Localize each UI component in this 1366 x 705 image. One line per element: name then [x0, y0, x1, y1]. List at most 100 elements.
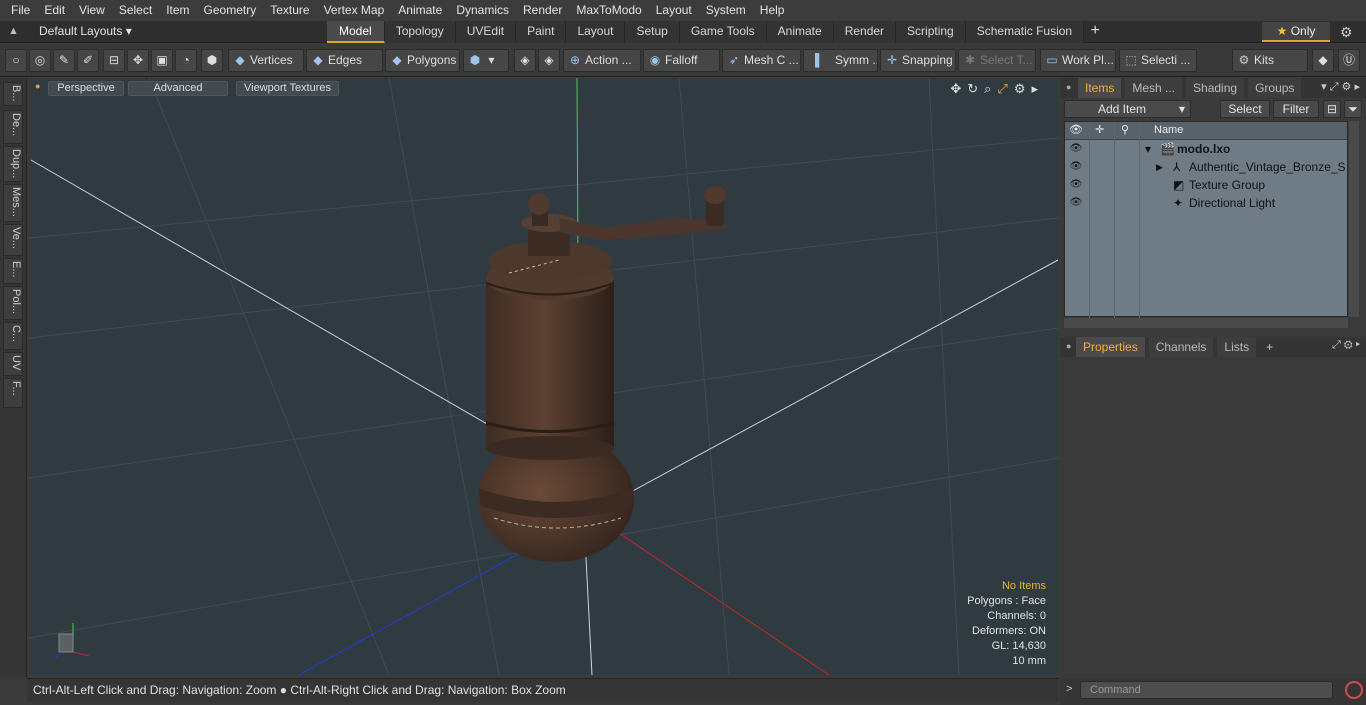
maximize-icon[interactable]: ⤢	[997, 81, 1013, 96]
menu-item[interactable]: Item	[159, 0, 196, 21]
selection-sets-button[interactable]: ⬚ Selecti ...	[1119, 49, 1197, 72]
symmetry-button[interactable]: ▐ Symm ...	[803, 49, 878, 72]
add-tab-icon[interactable]: +	[1084, 21, 1106, 43]
strip-tab-uv[interactable]: UV	[3, 352, 23, 376]
menu-layout[interactable]: Layout	[649, 0, 699, 21]
menu-view[interactable]: View	[72, 0, 112, 21]
unity-icon[interactable]: ◆	[1312, 49, 1334, 72]
eye-icon[interactable]: 👁	[1069, 158, 1083, 176]
eye-icon[interactable]: 👁	[1069, 194, 1083, 212]
tab-uvedit[interactable]: UVEdit	[455, 21, 517, 43]
menu-system[interactable]: System	[699, 0, 753, 21]
menu-dynamics[interactable]: Dynamics	[449, 0, 516, 21]
menu-maxtomodo[interactable]: MaxToModo	[569, 0, 648, 21]
work-plane-button[interactable]: ▭ Work Pl...	[1040, 49, 1116, 72]
tab-game-tools[interactable]: Game Tools	[679, 21, 767, 43]
props-dot-icon[interactable]: ●	[1066, 341, 1071, 351]
tab-groups[interactable]: Groups	[1248, 78, 1302, 98]
add-item-button[interactable]: Add Item ▾	[1064, 100, 1191, 118]
visibility-column-icon[interactable]: 👁	[1069, 122, 1083, 139]
align-icon[interactable]: ⊟	[103, 49, 125, 72]
tab-topology[interactable]: Topology	[384, 21, 456, 43]
tab-model[interactable]: Model	[327, 21, 385, 43]
mesh-constraint-button[interactable]: ➶ Mesh C ...	[722, 49, 801, 72]
move-icon[interactable]: ✥	[950, 81, 967, 96]
polygons-button[interactable]: ◆ Polygons	[385, 49, 460, 72]
strip-tab-duplicate[interactable]: Dup...	[3, 146, 23, 182]
eye-icon[interactable]: 👁	[1069, 140, 1083, 158]
tree-row-modo-lxo[interactable]: 👁 ▾ 🎬 modo.lxo	[1065, 140, 1347, 158]
select-circle-icon[interactable]: ○	[5, 49, 27, 72]
lock-column-icon[interactable]: ✛	[1095, 122, 1104, 139]
layout-selector[interactable]: Default Layouts ▾	[39, 24, 132, 38]
strip-tab-basic[interactable]: B...	[3, 82, 23, 106]
tab-animate[interactable]: Animate	[766, 21, 834, 43]
edges-button[interactable]: ◆ Edges	[306, 49, 383, 72]
expand-arrow-icon[interactable]: ▶	[1156, 158, 1163, 176]
collapse-icon[interactable]: ⊟	[1323, 100, 1341, 118]
filter-button[interactable]: Filter	[1273, 100, 1319, 118]
zoom-icon[interactable]: ⌕	[984, 81, 997, 96]
props-controls-icon[interactable]: ⤢ ⚙ ▸	[1332, 339, 1360, 352]
tree-row-texture-group[interactable]: 👁 ◩ Texture Group	[1065, 176, 1347, 194]
eye-icon[interactable]: 👁	[1069, 176, 1083, 194]
item-mode-dropdown[interactable]: ⬢ ▾	[463, 49, 509, 72]
tab-channels[interactable]: Channels	[1148, 337, 1214, 357]
record-icon[interactable]	[1345, 681, 1363, 699]
name-column-header[interactable]: Name	[1154, 122, 1183, 139]
tab-scripting[interactable]: Scripting	[896, 21, 966, 43]
transform-icon[interactable]: ✥	[127, 49, 149, 72]
tab-paint[interactable]: Paint	[516, 21, 567, 43]
panel-controls-icon[interactable]: ▾ ⤢ ⚙ ▸	[1321, 80, 1360, 94]
menu-geometry[interactable]: Geometry	[197, 0, 264, 21]
menu-render[interactable]: Render	[516, 0, 569, 21]
tab-setup[interactable]: Setup	[625, 21, 680, 43]
strip-tab-edge[interactable]: E...	[3, 258, 23, 284]
menu-help[interactable]: Help	[753, 0, 792, 21]
falloff-button[interactable]: ◉ Falloff	[643, 49, 720, 72]
menu-file[interactable]: File	[4, 0, 37, 21]
tab-render[interactable]: Render	[833, 21, 897, 43]
menu-select[interactable]: Select	[112, 0, 159, 21]
strip-tab-deform[interactable]: De...	[3, 110, 23, 144]
render-column-icon[interactable]: ⚲	[1121, 122, 1129, 139]
viewport-gear-icon[interactable]: ⚙	[1014, 81, 1032, 96]
box-select-icon[interactable]: ▣	[151, 49, 173, 72]
shield-check-icon[interactable]: ◈	[538, 49, 560, 72]
menu-animate[interactable]: Animate	[391, 0, 449, 21]
viewport-textures-button[interactable]: Viewport Textures	[236, 81, 339, 96]
item-tree[interactable]: 👁 ✛ ⚲ Name 👁 ▾ 🎬 modo.lxo 👁 ▶ ⅄ Authenti…	[1064, 121, 1359, 318]
gear-icon[interactable]: ⚙	[1340, 24, 1353, 41]
brush-icon[interactable]: ✐	[77, 49, 99, 72]
tab-shading[interactable]: Shading	[1186, 78, 1245, 98]
symmetry-shield-icon[interactable]: ◈	[514, 49, 536, 72]
tree-horizontal-scrollbar[interactable]	[1064, 318, 1348, 328]
viewport-dot-icon[interactable]: ●	[35, 81, 40, 91]
advanced-button[interactable]: Advanced	[128, 81, 228, 96]
layout-arrow-icon[interactable]: ▲	[8, 25, 22, 39]
tab-items[interactable]: Items	[1078, 78, 1122, 98]
vertices-button[interactable]: ◆ Vertices	[228, 49, 304, 72]
funnel-icon[interactable]: ⏷	[1344, 100, 1362, 118]
tab-layout[interactable]: Layout	[566, 21, 626, 43]
menu-edit[interactable]: Edit	[37, 0, 72, 21]
3d-viewport[interactable]: ● Perspective Advanced Viewport Textures…	[29, 78, 1058, 675]
strip-tab-fusion[interactable]: F...	[3, 378, 23, 408]
only-button[interactable]: ★ Only	[1262, 22, 1330, 42]
strip-tab-curve[interactable]: C...	[3, 322, 23, 350]
expand-arrow-icon[interactable]: ▾	[1145, 140, 1151, 158]
strip-tab-mesh-edit[interactable]: Mes...	[3, 184, 23, 222]
unreal-icon[interactable]: Ⓤ	[1338, 49, 1360, 72]
select-through-button[interactable]: ✱ Select T...	[958, 49, 1036, 72]
pen-icon[interactable]: ✎	[53, 49, 75, 72]
tab-schematic-fusion[interactable]: Schematic Fusion	[965, 21, 1085, 43]
strip-tab-vertex[interactable]: Ve...	[3, 224, 23, 256]
tab-properties[interactable]: Properties	[1076, 337, 1145, 357]
tree-row-directional-light[interactable]: 👁 ✦ Directional Light	[1065, 194, 1347, 212]
menu-texture[interactable]: Texture	[263, 0, 316, 21]
menu-vertex-map[interactable]: Vertex Map	[317, 0, 392, 21]
shield-icon[interactable]: ⬢	[201, 49, 223, 72]
rotate-icon[interactable]: ◔	[175, 49, 197, 72]
strip-tab-polygon[interactable]: Pol...	[3, 286, 23, 320]
action-button[interactable]: ⊕ Action ...	[563, 49, 641, 72]
